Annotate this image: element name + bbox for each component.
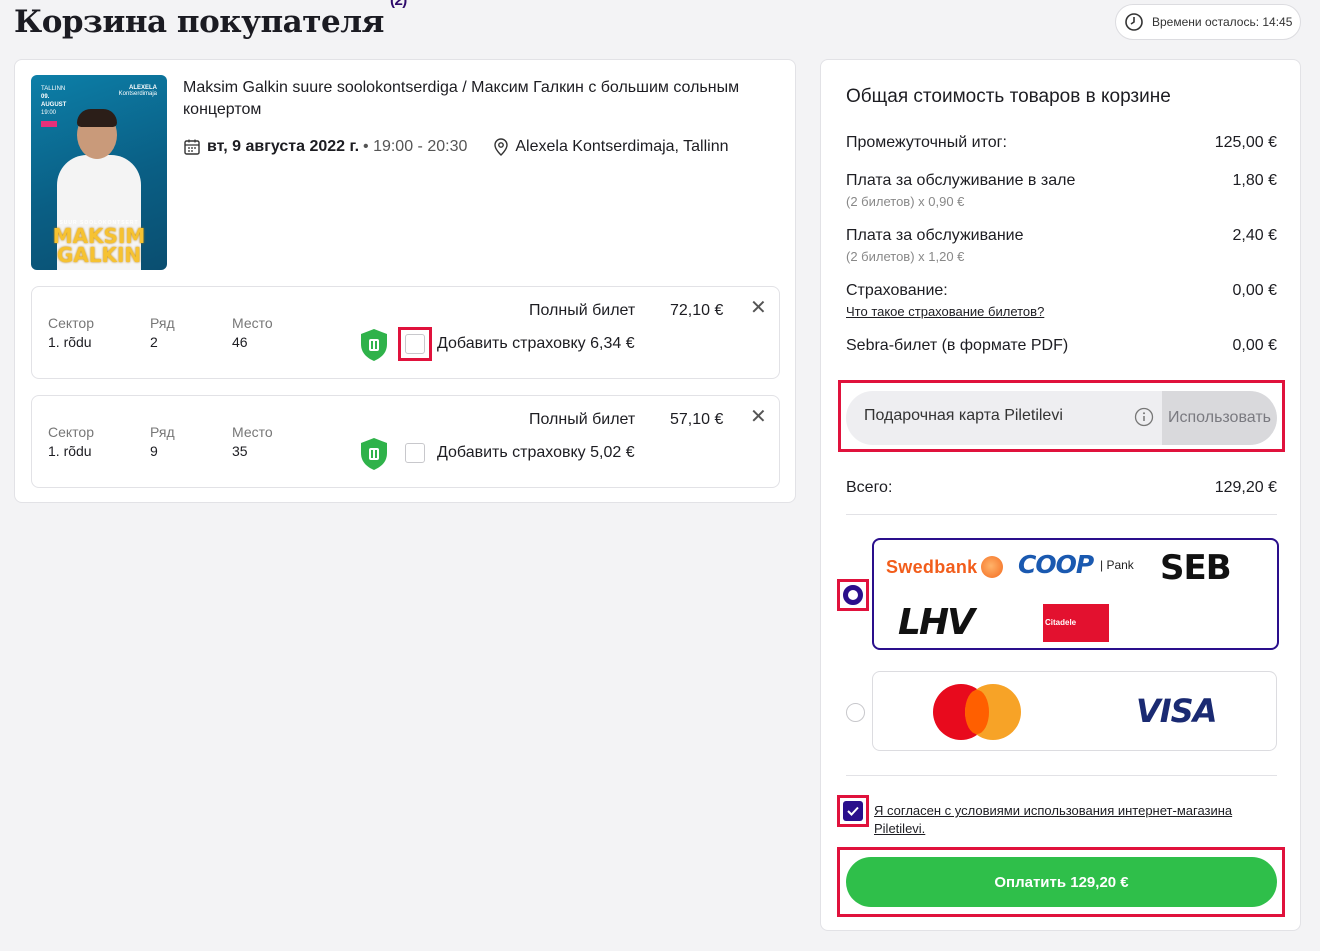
- seat-label: Место: [232, 315, 273, 331]
- ticket-item: Сектор 1. rõdu Ряд 9 Место 35 Полный билет …: [31, 395, 780, 488]
- seat-label: Место: [232, 424, 273, 440]
- seat-value: 46: [232, 334, 248, 350]
- subtotal-row: Промежуточный итог: 125,00 €: [846, 134, 1277, 151]
- insurance-label[interactable]: Добавить страховку 5,02 €: [437, 444, 635, 462]
- hall-fee-row: Плата за обслуживание в зале (2 билетов)…: [846, 172, 1277, 209]
- sector-value: 1. rõdu: [48, 334, 92, 350]
- summary-title: Общая стоимость товаров в корзине: [846, 86, 1171, 107]
- insurance-label[interactable]: Добавить страховку 6,34 €: [437, 335, 635, 353]
- seb-logo[interactable]: SEB: [1160, 548, 1232, 588]
- citadele-logo[interactable]: Citadele: [1043, 604, 1109, 642]
- coop-logo[interactable]: COOP: [1018, 550, 1094, 579]
- info-icon[interactable]: [1134, 407, 1154, 427]
- subtotal-amount: 125,00 €: [1214, 134, 1277, 151]
- insurance-checkbox[interactable]: [398, 436, 432, 470]
- remove-ticket-close-icon[interactable]: ✕: [750, 407, 767, 427]
- row-label: Ряд: [150, 424, 175, 440]
- pdf-amount: 0,00 €: [1232, 337, 1277, 354]
- location-pin-icon: [493, 138, 509, 156]
- insurance-amount: 0,00 €: [1232, 282, 1277, 299]
- seat-value: 35: [232, 443, 248, 459]
- terms-link[interactable]: Я согласен с условиями использования инт…: [874, 802, 1274, 838]
- event-time: • 19:00 - 20:30: [363, 138, 468, 155]
- total-row: Всего: 129,20 €: [846, 479, 1277, 496]
- visa-logo: VISA: [1136, 692, 1217, 730]
- terms-checkbox[interactable]: [837, 795, 869, 827]
- hall-fee-amount: 1,80 €: [1232, 172, 1277, 189]
- row-label: Ряд: [150, 315, 175, 331]
- card-payment-option[interactable]: VISA: [872, 671, 1277, 751]
- insurance-shield-icon: [361, 438, 387, 470]
- sector-label: Сектор: [48, 424, 95, 440]
- remove-ticket-close-icon[interactable]: ✕: [750, 298, 767, 318]
- clock-icon: [1125, 13, 1143, 31]
- event-meta: вт, 9 августа 2022 г. • 19:00 - 20:30 Al…: [183, 138, 729, 156]
- ticket-type: Полный билет: [529, 411, 636, 428]
- page-title: Корзина покупателя(2): [14, 0, 407, 40]
- cart-count: (2): [389, 0, 407, 9]
- service-fee-amount: 2,40 €: [1232, 227, 1277, 244]
- event-poster[interactable]: TALLINN 09. AUGUST 19:00 ALEXELA Kontserdima…: [31, 75, 167, 270]
- timer-badge: Времени осталось: 14:45: [1115, 4, 1301, 40]
- ticket-price: 57,10 €: [670, 411, 724, 428]
- bank-payment-option[interactable]: Swedbank COOP | Pank SEB LHV Citadele: [872, 538, 1279, 650]
- event-title[interactable]: Maksim Galkin suure soolokontserdiga / М…: [183, 77, 773, 121]
- checkmark-icon: [847, 806, 859, 816]
- insurance-checkbox[interactable]: [398, 327, 432, 361]
- insurance-row: Страхование: Что такое страхование билет…: [846, 282, 1277, 319]
- sector-label: Сектор: [48, 315, 95, 331]
- cart-panel: TALLINN 09. AUGUST 19:00 ALEXELA Kontserdima…: [14, 59, 796, 503]
- ticket-item: Сектор 1. rõdu Ряд 2 Место 46 Полный билет …: [31, 286, 780, 379]
- card-payment-radio[interactable]: [846, 703, 865, 722]
- calendar-icon: [184, 139, 200, 155]
- insurance-info-link[interactable]: Что такое страхование билетов?: [846, 304, 1277, 319]
- bank-payment-radio[interactable]: [837, 579, 869, 611]
- use-gift-card-button[interactable]: Использовать: [1162, 391, 1277, 445]
- event-venue: Alexela Kontserdimaja, Tallinn: [515, 138, 729, 155]
- lhv-logo[interactable]: LHV: [898, 602, 975, 643]
- ticket-price: 72,10 €: [670, 302, 724, 319]
- timer-label: Времени осталось: 14:45: [1152, 15, 1293, 29]
- row-value: 2: [150, 334, 158, 350]
- mastercard-logo: [933, 684, 1023, 740]
- gift-card-field[interactable]: Подарочная карта Piletilevi Использовать: [846, 391, 1277, 445]
- pay-button[interactable]: Оплатить 129,20 €: [846, 857, 1277, 907]
- order-summary: Общая стоимость товаров в корзине Промеж…: [820, 59, 1301, 931]
- swedbank-logo[interactable]: Swedbank: [886, 556, 1004, 578]
- service-fee-row: Плата за обслуживание (2 билетов) x 1,20…: [846, 227, 1277, 264]
- insurance-shield-icon: [361, 329, 387, 361]
- ticket-type: Полный билет: [529, 302, 636, 319]
- row-value: 9: [150, 443, 158, 459]
- pdf-ticket-row: Sebra-билет (в формате PDF) 0,00 €: [846, 337, 1277, 354]
- sector-value: 1. rõdu: [48, 443, 92, 459]
- event-date: вт, 9 августа 2022 г.: [207, 138, 360, 155]
- total-amount: 129,20 €: [1214, 479, 1277, 496]
- gift-card-input[interactable]: Подарочная карта Piletilevi: [864, 407, 1063, 425]
